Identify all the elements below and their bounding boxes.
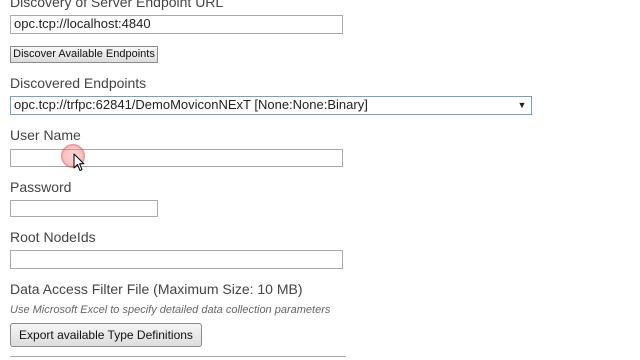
password-input[interactable]: [10, 200, 158, 217]
discovered-endpoints-label: Discovered Endpoints: [10, 75, 147, 91]
root-nodeids-input[interactable]: [10, 250, 343, 269]
chevron-down-icon[interactable]: ▼: [515, 96, 529, 115]
filter-file-label: Data Access Filter File (Maximum Size: 1…: [10, 281, 303, 297]
endpoints-selected-value: opc.tcp://trfpc:62841/DemoMoviconNExT [N…: [14, 97, 368, 112]
endpoints-select[interactable]: opc.tcp://trfpc:62841/DemoMoviconNExT [N…: [10, 96, 532, 115]
mouse-cursor-icon: [73, 153, 85, 171]
password-label: Password: [10, 179, 72, 195]
opc-ua-connection-form: Discovery of Server Endpoint URL opc.tcp…: [0, 0, 640, 360]
discovery-url-input[interactable]: opc.tcp://localhost:4840: [10, 15, 343, 34]
filter-file-input[interactable]: [10, 356, 346, 360]
user-name-input[interactable]: [10, 149, 343, 167]
user-name-label: User Name: [10, 127, 81, 143]
filter-file-hint: Use Microsoft Excel to specify detailed …: [10, 304, 331, 316]
discovery-url-label: Discovery of Server Endpoint URL: [10, 0, 224, 10]
discover-endpoints-button[interactable]: Discover Available Endpoints: [10, 46, 158, 63]
root-nodeids-label: Root NodeIds: [10, 229, 96, 245]
export-type-definitions-button[interactable]: Export available Type Definitions: [10, 323, 202, 347]
